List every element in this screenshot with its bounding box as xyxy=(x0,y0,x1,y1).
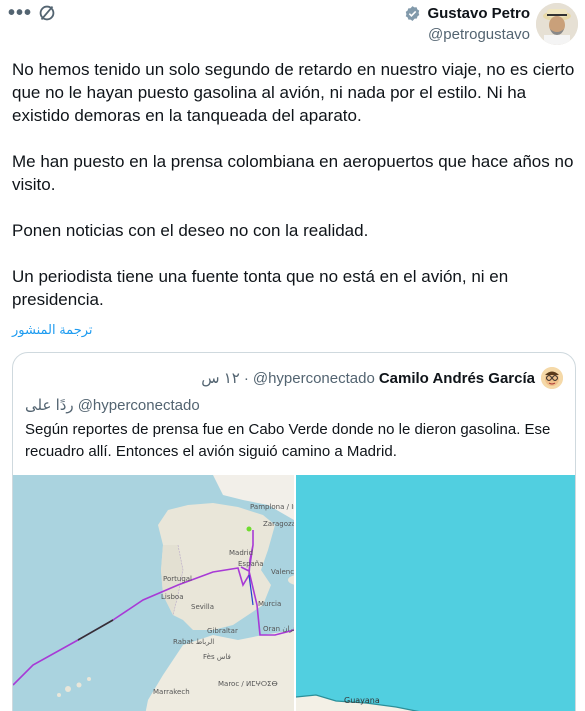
map-label: Oran وهران xyxy=(263,625,294,633)
quote-author-handle[interactable]: @hyperconectado xyxy=(253,370,375,387)
replying-to-label: ردًا على xyxy=(25,397,74,414)
map-label: Sevilla xyxy=(191,603,215,611)
map-label: España xyxy=(238,560,264,568)
map-label: Gibraltar xyxy=(207,627,238,635)
quote-media: Pamplona / Iruña Zaragoza Madrid España … xyxy=(13,475,575,711)
map-label: Marrakech xyxy=(153,688,190,696)
flight-map-image[interactable]: Pamplona / Iruña Zaragoza Madrid España … xyxy=(13,475,294,711)
translate-post-link[interactable]: ترجمة المنشور xyxy=(12,322,93,338)
map-label: Pamplona / Iruña xyxy=(250,503,294,511)
map-label: Murcia xyxy=(258,600,282,608)
more-horizontal-icon[interactable]: ••• xyxy=(8,3,32,23)
no-entry-icon[interactable] xyxy=(36,2,58,28)
map-label: Zaragoza xyxy=(263,520,294,528)
quote-avatar[interactable] xyxy=(541,367,563,389)
avatar[interactable] xyxy=(536,3,578,45)
tweet-paragraph: No hemos tenido un solo segundo de retar… xyxy=(12,60,575,125)
replying-to-handle[interactable]: @hyperconectado xyxy=(78,397,200,414)
ocean-map-image[interactable]: Guayana xyxy=(296,475,575,711)
tweet-text: No hemos tenido un solo segundo de retar… xyxy=(12,58,580,311)
quote-author-name[interactable]: Camilo Andrés García xyxy=(379,370,535,387)
map-label: Rabat الرباط xyxy=(173,638,215,646)
map-label: Portugal xyxy=(163,575,192,583)
map-label: Guayana xyxy=(344,696,380,705)
quoted-tweet-card[interactable]: ١٢ س · @hyperconectado Camilo Andrés Gar… xyxy=(12,352,576,711)
author-handle[interactable]: @petrogustavo xyxy=(428,26,530,43)
author-name[interactable]: Gustavo Petro xyxy=(427,5,530,22)
map-label: Fès فاس xyxy=(203,653,231,661)
quote-timestamp[interactable]: ١٢ س xyxy=(201,369,240,387)
quote-header: ١٢ س · @hyperconectado Camilo Andrés Gar… xyxy=(201,367,563,389)
verified-badge-icon xyxy=(405,6,420,21)
map-label: Madrid xyxy=(229,549,254,557)
tweet-header: ••• Gustavo Petro @petrogustavo xyxy=(0,0,585,50)
quote-text: Según reportes de prensa fue en Cabo Ver… xyxy=(25,421,551,460)
quote-separator: · xyxy=(243,369,249,387)
tweet-paragraph: Ponen noticias con el deseo no con la re… xyxy=(12,221,369,240)
map-label: Valencia xyxy=(271,568,294,576)
tweet-paragraph: Un periodista tiene una fuente tonta que… xyxy=(12,267,509,309)
replying-to: ردًا على @hyperconectado xyxy=(25,396,200,414)
tweet-paragraph: Me han puesto en la prensa colombiana en… xyxy=(12,152,574,194)
map-label: Lisboa xyxy=(161,593,184,601)
map-label: Maroc / ⵍⵎⵖⵔⵉⴱ xyxy=(218,680,278,688)
